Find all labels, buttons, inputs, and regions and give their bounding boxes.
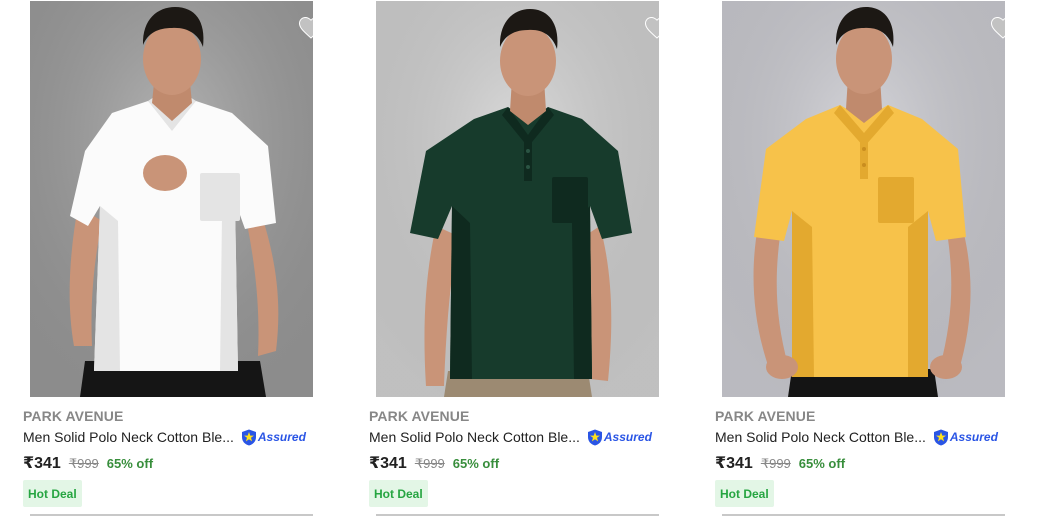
- brand-name: PARK AVENUE: [369, 408, 470, 424]
- heart-icon[interactable]: [298, 16, 313, 40]
- assured-shield-icon: [933, 429, 948, 445]
- product-title[interactable]: Men Solid Polo Neck Cotton Ble...: [369, 429, 580, 445]
- selling-price: ₹341: [23, 455, 61, 472]
- badge-label: Hot Deal: [720, 486, 769, 501]
- badge-label: Hot Deal: [374, 486, 423, 501]
- selling-price: ₹341: [715, 455, 753, 472]
- assured-badge: Assured: [933, 428, 998, 446]
- brand-name: PARK AVENUE: [23, 408, 124, 424]
- brand-name: PARK AVENUE: [715, 408, 816, 424]
- model-photo: [30, 1, 313, 397]
- assured-label: Assured: [949, 430, 998, 444]
- heart-icon[interactable]: [990, 16, 1005, 40]
- heart-icon[interactable]: [644, 16, 659, 40]
- assured-badge: Assured: [587, 428, 652, 446]
- badge-label: Hot Deal: [28, 486, 77, 501]
- product-title[interactable]: Men Solid Polo Neck Cotton Ble...: [715, 429, 926, 445]
- assured-shield-icon: [241, 429, 256, 445]
- selling-price: ₹341: [369, 455, 407, 472]
- discount-percent: 65% off: [106, 456, 154, 471]
- product-card[interactable]: PARK AVENUE Men Solid Polo Neck Cotton B…: [715, 0, 1015, 516]
- hot-deal-badge: Hot Deal: [715, 480, 774, 507]
- original-price: ₹999: [414, 456, 445, 471]
- product-image[interactable]: [376, 1, 659, 397]
- original-price: ₹999: [68, 456, 99, 471]
- product-grid: PARK AVENUE Men Solid Polo Neck Cotton B…: [0, 0, 1046, 516]
- model-photo: [722, 1, 1005, 397]
- product-image[interactable]: [722, 1, 1005, 397]
- product-card[interactable]: PARK AVENUE Men Solid Polo Neck Cotton B…: [369, 0, 669, 516]
- product-image[interactable]: [30, 1, 313, 397]
- assured-label: Assured: [257, 430, 306, 444]
- discount-percent: 65% off: [452, 456, 500, 471]
- assured-label: Assured: [603, 430, 652, 444]
- model-photo: [376, 1, 659, 397]
- assured-badge: Assured: [241, 428, 306, 446]
- original-price: ₹999: [760, 456, 791, 471]
- product-card[interactable]: PARK AVENUE Men Solid Polo Neck Cotton B…: [23, 0, 323, 516]
- assured-shield-icon: [587, 429, 602, 445]
- discount-percent: 65% off: [798, 456, 846, 471]
- hot-deal-badge: Hot Deal: [369, 480, 428, 507]
- product-title[interactable]: Men Solid Polo Neck Cotton Ble...: [23, 429, 234, 445]
- hot-deal-badge: Hot Deal: [23, 480, 82, 507]
